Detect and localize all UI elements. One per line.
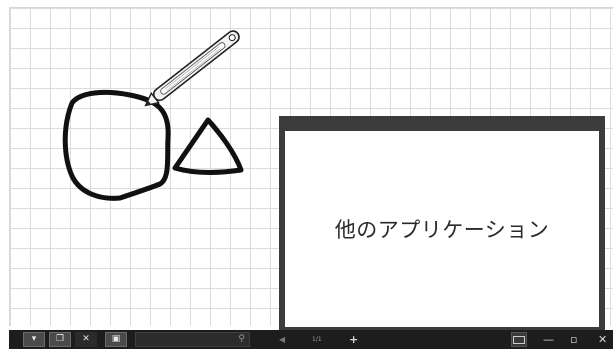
tools-button[interactable]: ✕	[75, 332, 97, 347]
app-window-label: 他のアプリケーション	[334, 218, 550, 242]
search-field[interactable]: ⚲	[135, 332, 250, 347]
display-mode-button[interactable]	[511, 332, 527, 347]
tools-icon: ✕	[82, 334, 90, 344]
page-indicator: 1/1	[312, 336, 322, 343]
app-window-body[interactable]: 他のアプリケーション	[285, 131, 599, 327]
add-page-button[interactable]: +	[349, 331, 358, 348]
select-icon: ▣	[111, 334, 121, 344]
bottom-toolbar: ▾ ❐ ✕ ▣ ⚲ ◀ 1/1 + — ▫ ✕	[9, 330, 613, 349]
copy-icon: ❐	[55, 334, 65, 344]
restore-button[interactable]: ▫	[570, 331, 577, 348]
close-button[interactable]: ✕	[598, 331, 607, 348]
ink-triangle-stroke	[172, 117, 244, 175]
magnifier-icon: ⚲	[238, 334, 245, 344]
pen-icon: ▾	[31, 334, 37, 344]
app-window-titlebar[interactable]	[279, 116, 605, 131]
pen-tool-button[interactable]: ▾	[23, 332, 45, 347]
select-button[interactable]: ▣	[105, 332, 127, 347]
display-mode-icon	[513, 335, 525, 344]
previous-page-icon[interactable]: ◀	[279, 331, 285, 348]
minimize-button[interactable]: —	[543, 331, 554, 348]
other-application-window[interactable]: 他のアプリケーション	[279, 116, 605, 333]
copy-button[interactable]: ❐	[49, 332, 71, 347]
stylus-pen-icon	[144, 30, 240, 107]
ink-circle-stroke	[62, 89, 171, 201]
